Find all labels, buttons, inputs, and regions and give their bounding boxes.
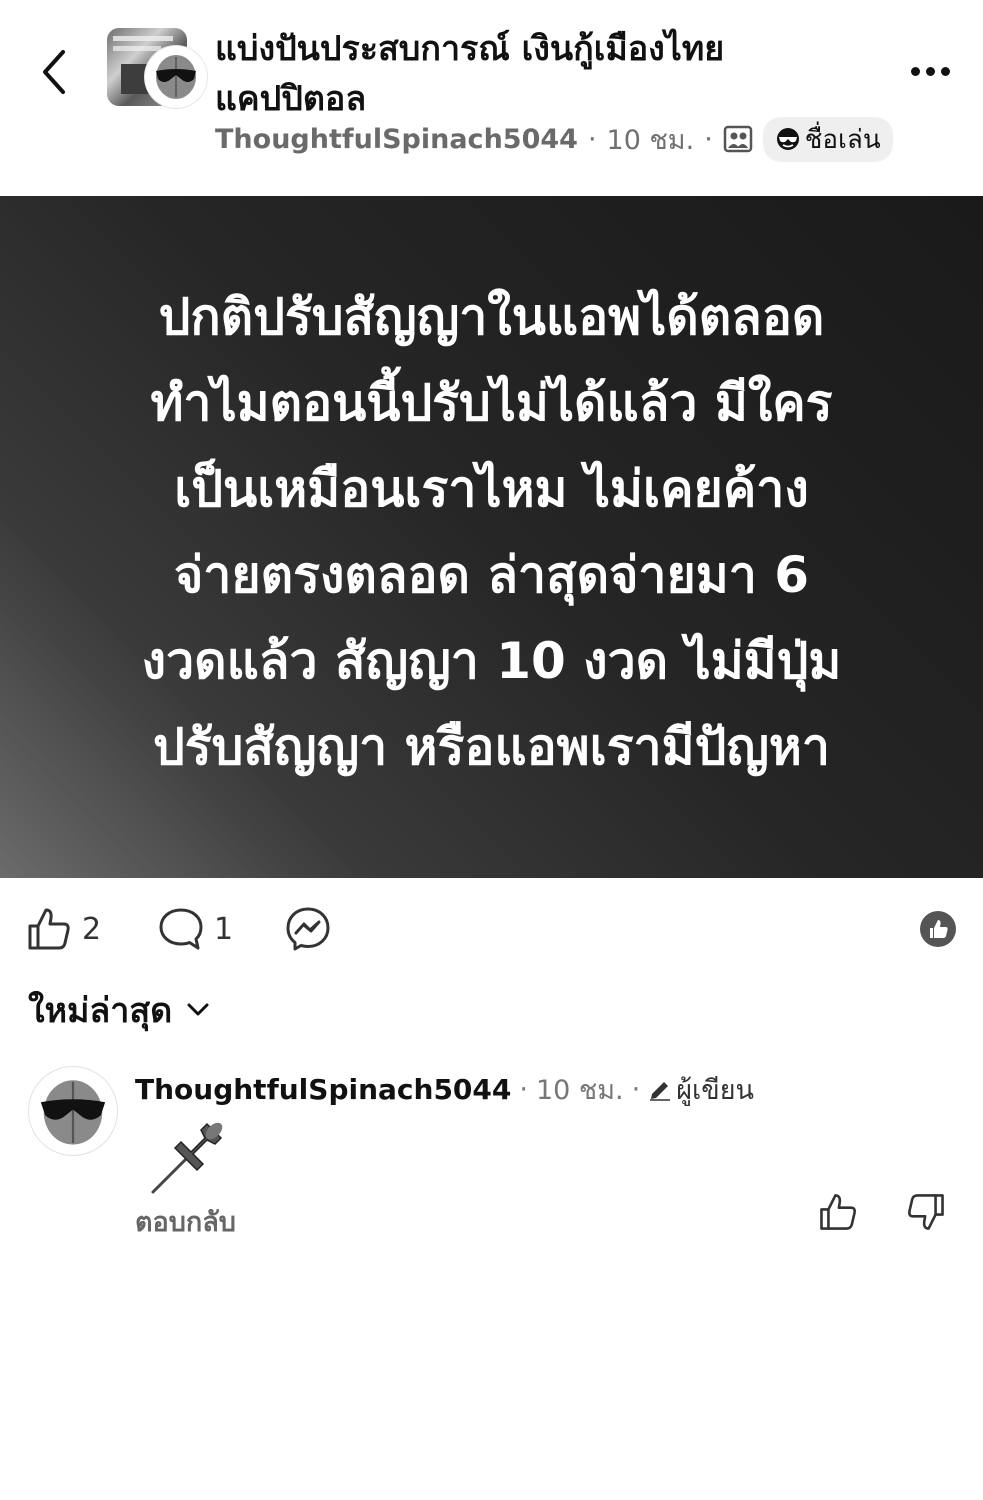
thumbs-up-icon [28,908,70,950]
post-meta: ThoughtfulSpinach5044 · 10 ชม. · ชื่อเล่… [215,116,893,162]
sunglasses-leaf-icon [40,1080,106,1145]
sunglasses-emoji-icon [776,128,799,150]
comment-meta: ThoughtfulSpinach5044 · 10 ชม. · ผู้เขีย… [135,1068,754,1111]
back-arrow-icon [43,50,65,94]
pushpin-icon [151,1122,223,1194]
thumbs-up-icon [820,1194,856,1230]
meta-separator: · [519,1074,528,1105]
post-text-line: ปรับสัญญา หรือแอพเรามีปัญหา [153,718,830,776]
author-badge: ผู้เขียน [648,1068,754,1111]
post-time: 10 ชม. [606,124,695,156]
post-author[interactable]: ThoughtfulSpinach5044 [215,124,578,155]
comment-time: 10 ชม. [535,1075,624,1106]
flair-label: ชื่อเล่น [804,124,881,155]
comment-upvote-button[interactable] [818,1192,862,1236]
comment-button[interactable]: 1 [158,904,233,954]
group-members-icon [723,125,753,153]
post-image[interactable]: ปกติปรับสัญญาในแอพได้ตลอด ทำไมตอนนี้ปรับ… [0,196,983,878]
author-badge-label: ผู้เขียน [676,1075,755,1106]
post-text-line: ทำไมตอนนี้ปรับไม่ได้แล้ว มีใคร [150,374,833,432]
reply-button[interactable]: ตอบกลับ [135,1200,236,1243]
sunglasses-leaf-icon [156,55,196,99]
post-header: แบ่งปันประสบการณ์ เงินกู้เมืองไทย แคปปิต… [0,0,983,196]
post-text: ปกติปรับสัญญาในแอพได้ตลอด ทำไมตอนนี้ปรับ… [60,274,923,790]
pencil-icon [650,1081,671,1101]
post-text-line: ปกติปรับสัญญาในแอพได้ตลอด [158,288,825,346]
chevron-down-icon [187,1003,209,1016]
group-title[interactable]: แบ่งปันประสบการณ์ เงินกู้เมืองไทย แคปปิต… [215,24,835,124]
comment-count: 1 [214,911,234,947]
post-actions: 2 1 [0,878,983,978]
group-title-line1: แบ่งปันประสบการณ์ เงินกู้เมืองไทย [215,29,725,69]
comment-author-avatar[interactable] [28,1066,118,1156]
comment-downvote-button[interactable] [906,1192,950,1236]
comment-author[interactable]: ThoughtfulSpinach5044 [135,1073,511,1106]
post-text-line: เป็นเหมือนเราไหม ไม่เคยค้าง [174,460,809,518]
post-text-line: จ่ายตรงตลอด ล่าสุดจ่ายมา 6 [173,546,810,604]
reaction-summary[interactable] [918,904,958,954]
back-button[interactable] [30,44,78,100]
meta-separator: · [587,123,597,155]
like-reaction-icon [920,911,956,947]
meta-separator: · [704,123,713,155]
comment-item: ThoughtfulSpinach5044 · 10 ชม. · ผู้เขีย… [0,1060,983,1260]
meta-separator: · [631,1074,641,1105]
messenger-icon [286,907,330,951]
like-count: 2 [82,911,102,947]
pushpin-icon [145,1110,235,1200]
more-dots-icon [910,66,920,76]
share-messenger-button[interactable] [285,904,331,954]
comment-bubble-icon [159,908,203,950]
post-text-line: งวดแล้ว สัญญา 10 งวด ไม่มีปุ่ม [141,632,842,690]
author-avatar[interactable] [145,46,207,108]
thumbs-down-icon [908,1194,944,1230]
user-flair: ชื่อเล่น [762,116,893,162]
group-title-line2: แคปปิตอล [215,79,367,119]
like-button[interactable]: 2 [26,904,101,954]
more-options-button[interactable] [900,56,960,86]
comment-sort-selector[interactable]: ใหม่ล่าสุด [28,982,210,1038]
sort-label: ใหม่ล่าสุด [28,991,173,1031]
